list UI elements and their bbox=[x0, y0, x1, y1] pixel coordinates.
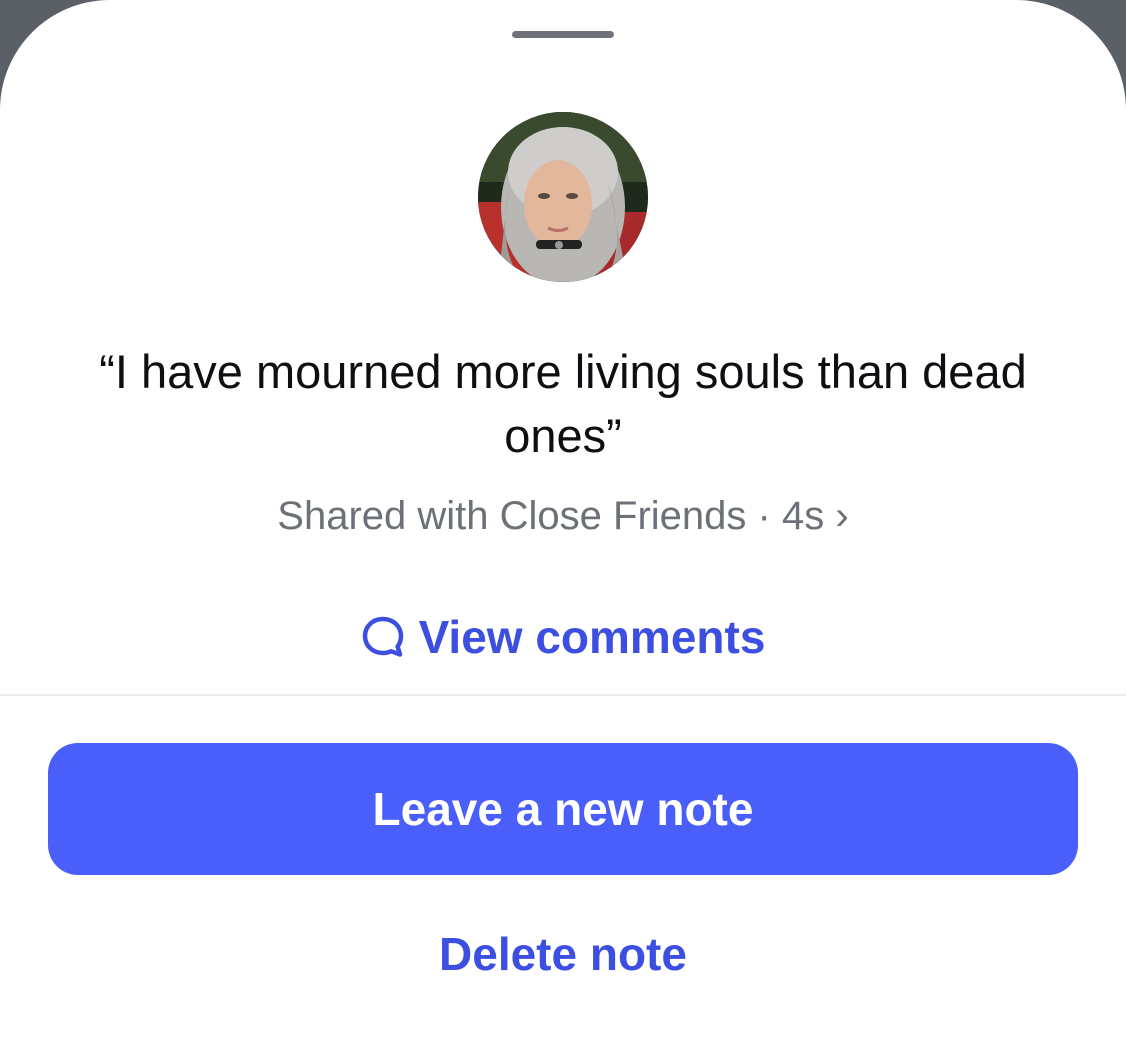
separator-dot: · bbox=[757, 494, 771, 538]
chevron-right-icon: › bbox=[835, 494, 849, 538]
sheet-grabber-handle[interactable] bbox=[512, 31, 614, 38]
leave-new-note-button[interactable]: Leave a new note bbox=[48, 743, 1078, 875]
delete-note-button[interactable]: Delete note bbox=[0, 922, 1126, 986]
view-comments-label: View comments bbox=[418, 611, 766, 663]
avatar-photo bbox=[478, 112, 648, 282]
shared-info[interactable]: Shared with Close Friends · 4s › bbox=[60, 490, 1066, 542]
comment-bubble-icon bbox=[361, 615, 405, 659]
view-comments-button[interactable]: View comments bbox=[0, 605, 1126, 669]
note-text: “I have mourned more living souls than d… bbox=[99, 345, 1027, 462]
audience-label: Shared with Close Friends bbox=[277, 494, 747, 538]
note-age: 4s bbox=[781, 494, 825, 538]
divider bbox=[0, 694, 1126, 696]
bottom-sheet: “I have mourned more living souls than d… bbox=[0, 0, 1126, 1044]
avatar[interactable] bbox=[478, 112, 648, 282]
